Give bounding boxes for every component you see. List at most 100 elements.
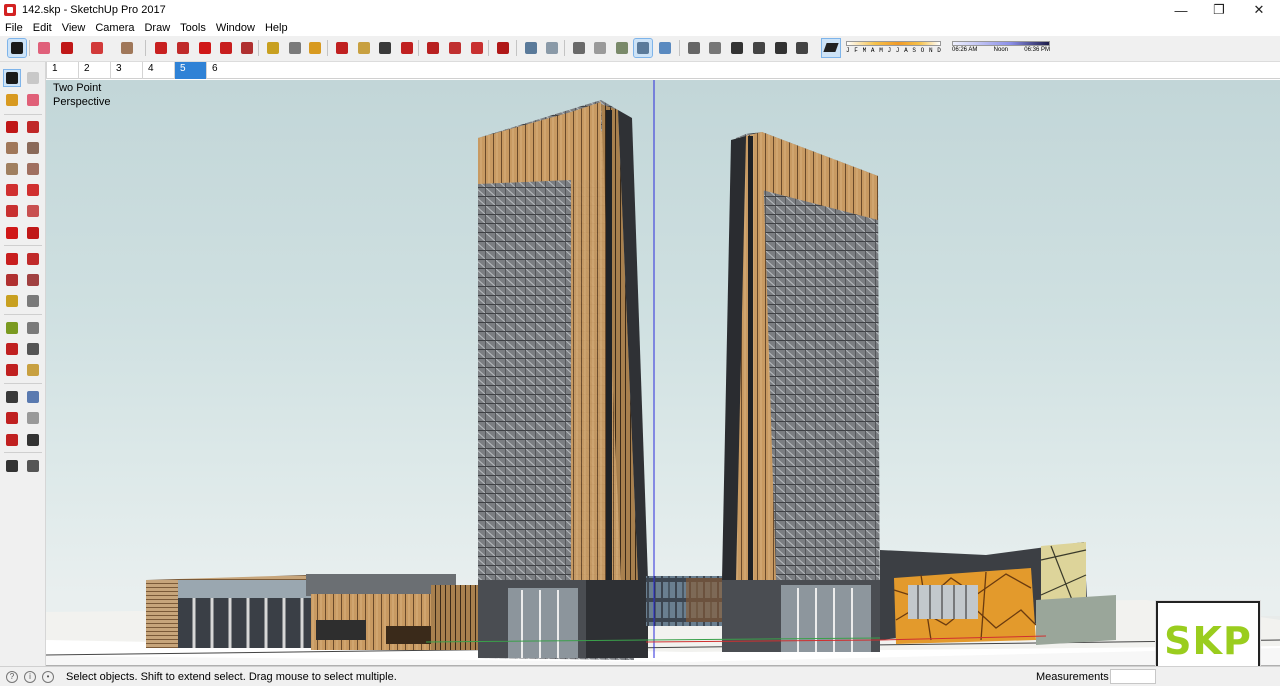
look-around-tool[interactable]: [25, 432, 41, 448]
move-button[interactable]: [196, 39, 214, 57]
eraser-tool[interactable]: [25, 92, 41, 108]
select-tool[interactable]: [3, 69, 21, 87]
walk-tool[interactable]: [4, 458, 20, 474]
scene-tab-3[interactable]: 3: [110, 62, 142, 79]
wireframe-button[interactable]: [570, 39, 588, 57]
iso-view-button[interactable]: [685, 39, 703, 57]
shadows-toggle-button[interactable]: [821, 38, 841, 58]
layout-button[interactable]: [468, 39, 486, 57]
shaded-button[interactable]: [613, 39, 631, 57]
rectangle-tool[interactable]: [4, 140, 20, 156]
menu-edit[interactable]: Edit: [33, 22, 52, 34]
rectangle-button[interactable]: [118, 39, 136, 57]
monochrome-button[interactable]: [656, 39, 674, 57]
protractor-icon: [6, 322, 18, 334]
month-label: A: [904, 47, 908, 54]
move-tool[interactable]: [4, 225, 20, 241]
zoom-extents-button[interactable]: [398, 39, 416, 57]
warehouse-button[interactable]: [424, 39, 442, 57]
move-icon: [199, 42, 211, 54]
tape-measure-button[interactable]: [264, 39, 282, 57]
tape-measure-tool[interactable]: [4, 293, 20, 309]
orbit-button[interactable]: [333, 39, 351, 57]
polygon-tool[interactable]: [25, 161, 41, 177]
left-view-button[interactable]: [793, 39, 811, 57]
3d-text-tool[interactable]: [25, 341, 41, 357]
push-pull-tool[interactable]: [25, 225, 41, 241]
section-plane-tool[interactable]: [25, 458, 41, 474]
front-view-button[interactable]: [728, 39, 746, 57]
dimension-tool[interactable]: [25, 293, 41, 309]
rotated-rectangle-tool[interactable]: [25, 140, 41, 156]
scene-tab-2[interactable]: 2: [78, 62, 110, 79]
line-tool[interactable]: [4, 119, 20, 135]
zoom-window-tool[interactable]: [25, 389, 41, 405]
back-edges-button[interactable]: [543, 39, 561, 57]
line-button[interactable]: [58, 39, 76, 57]
user-account-icon[interactable]: •: [42, 670, 54, 683]
make-component-tool[interactable]: [25, 70, 41, 86]
modeling-viewport[interactable]: Two Point Perspective: [46, 80, 1280, 666]
scale-button[interactable]: [238, 39, 256, 57]
geolocation-icon[interactable]: ?: [6, 670, 18, 683]
arc-button[interactable]: [88, 39, 106, 57]
menu-file[interactable]: File: [5, 22, 23, 34]
text-tool[interactable]: [25, 320, 41, 336]
zoom-tool[interactable]: [4, 389, 20, 405]
measurements-field[interactable]: [1110, 669, 1156, 684]
position-camera-tool[interactable]: [4, 432, 20, 448]
offset-tool[interactable]: [25, 272, 41, 288]
menu-window[interactable]: Window: [216, 22, 255, 34]
position-camera-icon: [6, 434, 18, 446]
orbit-tool[interactable]: [4, 362, 20, 378]
ruby-button[interactable]: [494, 39, 512, 57]
scene-tab-1[interactable]: 1: [46, 62, 78, 79]
menu-help[interactable]: Help: [265, 22, 288, 34]
menu-camera[interactable]: Camera: [95, 22, 134, 34]
right-view-button[interactable]: [750, 39, 768, 57]
two-point-arc-tool[interactable]: [25, 182, 41, 198]
paint-bucket-tool[interactable]: [4, 92, 20, 108]
extension-warehouse-button[interactable]: [446, 39, 464, 57]
shadow-time-slider[interactable]: 06:26 AM Noon 06:36 PM: [952, 41, 1050, 55]
previous-view-tool[interactable]: [25, 410, 41, 426]
scene-tab-5[interactable]: 5: [174, 62, 206, 79]
back-view-button[interactable]: [772, 39, 790, 57]
menu-view[interactable]: View: [62, 22, 86, 34]
zoom-extents-tool[interactable]: [4, 410, 20, 426]
protractor-tool[interactable]: [4, 320, 20, 336]
pan-button[interactable]: [355, 39, 373, 57]
scale-tool[interactable]: [4, 272, 20, 288]
rotate-button[interactable]: [217, 39, 235, 57]
scene-tab-4[interactable]: 4: [142, 62, 174, 79]
shaded-textures-button[interactable]: [633, 38, 653, 58]
menu-draw[interactable]: Draw: [144, 22, 170, 34]
credits-icon[interactable]: i: [24, 670, 36, 683]
zoom-icon: [379, 42, 391, 54]
three-point-arc-tool[interactable]: [4, 203, 20, 219]
follow-me-tool[interactable]: [25, 251, 41, 267]
hidden-line-button[interactable]: [591, 39, 609, 57]
line-icon: [61, 42, 73, 54]
top-view-button[interactable]: [706, 39, 724, 57]
xray-button[interactable]: [522, 39, 540, 57]
axes-tool[interactable]: [4, 341, 20, 357]
select-button[interactable]: [7, 38, 27, 58]
offset-button[interactable]: [174, 39, 192, 57]
pie-tool[interactable]: [25, 203, 41, 219]
circle-tool[interactable]: [4, 161, 20, 177]
push-pull-button[interactable]: [152, 39, 170, 57]
zoom-button[interactable]: [376, 39, 394, 57]
scene-tab-6[interactable]: 6: [206, 62, 238, 79]
shadow-date-slider[interactable]: JFMAMJJASOND: [846, 41, 941, 55]
arc-tool[interactable]: [4, 182, 20, 198]
pan-tool[interactable]: [25, 362, 41, 378]
toolbar-separator: [29, 40, 30, 56]
menu-tools[interactable]: Tools: [180, 22, 206, 34]
rotate-tool[interactable]: [4, 251, 20, 267]
freehand-tool[interactable]: [25, 119, 41, 135]
eraser-button[interactable]: [35, 39, 53, 57]
close-button[interactable]: ✕: [1236, 0, 1280, 20]
text-button[interactable]: [286, 39, 304, 57]
paint-bucket-button[interactable]: [306, 39, 324, 57]
